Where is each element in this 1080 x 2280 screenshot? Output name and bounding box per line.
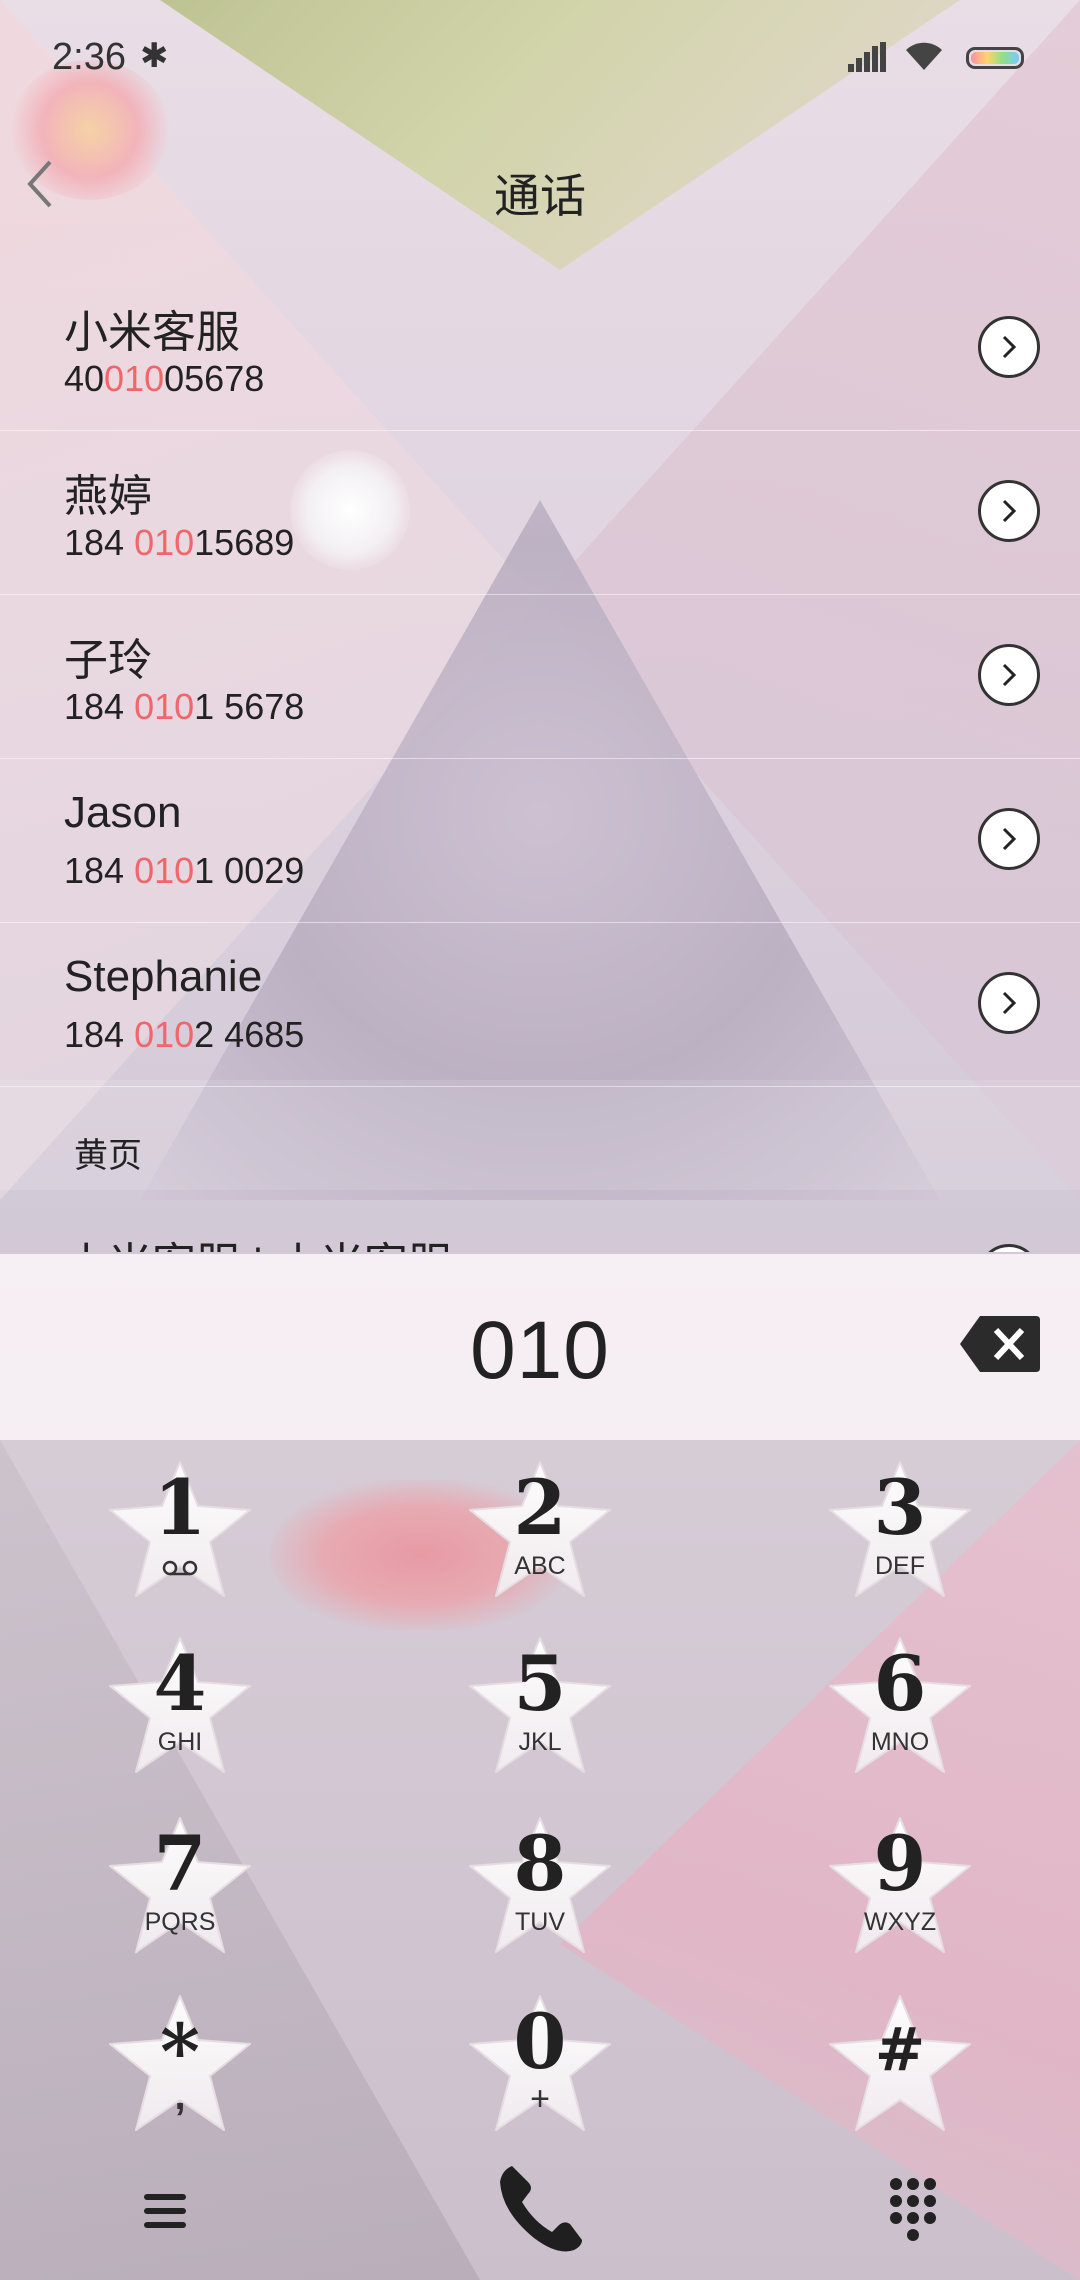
key-digit: 3 bbox=[873, 1463, 927, 1552]
dial-key-8[interactable]: 8 TUV bbox=[460, 1812, 620, 1962]
dial-key-1[interactable]: 1 bbox=[100, 1456, 260, 1606]
chevron-right-icon bbox=[1002, 827, 1017, 851]
key-letters: DEF bbox=[875, 1552, 925, 1580]
contact-detail-button[interactable] bbox=[978, 480, 1040, 542]
yellow-pages-row[interactable]: 小米客服 | 小米客服 bbox=[0, 1192, 1080, 1252]
contact-detail-button[interactable] bbox=[978, 316, 1040, 378]
contact-number: 184 01015689 bbox=[64, 522, 295, 563]
menu-button[interactable] bbox=[140, 2186, 190, 2236]
contact-number: 184 0101 5678 bbox=[64, 686, 305, 727]
key-letters: + bbox=[530, 2080, 550, 2118]
status-bar: 2:36 ✱ bbox=[0, 0, 1080, 118]
dialed-digits: 010 bbox=[470, 1305, 610, 1396]
key-letters: ABC bbox=[514, 1552, 566, 1580]
phone-icon bbox=[500, 2166, 582, 2252]
dial-number-field: 010 bbox=[0, 1254, 1080, 1440]
contact-name: Jason bbox=[64, 788, 182, 837]
contact-result-row[interactable]: 小米客服 4001005678 bbox=[0, 266, 1080, 431]
key-digit: 1 bbox=[153, 1463, 207, 1552]
dial-key-9[interactable]: 9 WXYZ bbox=[820, 1812, 980, 1962]
contact-result-row[interactable]: 子玲 184 0101 5678 bbox=[0, 594, 1080, 759]
battery-icon bbox=[966, 47, 1024, 69]
dial-key-star[interactable]: * , bbox=[100, 1990, 260, 2140]
key-letters: TUV bbox=[515, 1908, 565, 1936]
title-bar: 通话 bbox=[0, 118, 1080, 266]
contact-result-row[interactable]: 燕婷 184 01015689 bbox=[0, 430, 1080, 595]
dial-key-6[interactable]: 6 MNO bbox=[820, 1632, 980, 1782]
key-letters: , bbox=[174, 2074, 186, 2118]
dial-key-4[interactable]: 4 GHI bbox=[100, 1632, 260, 1782]
chevron-right-icon bbox=[1002, 663, 1017, 687]
contact-detail-button[interactable] bbox=[978, 644, 1040, 706]
status-time: 2:36 bbox=[52, 36, 126, 78]
contact-number: 4001005678 bbox=[64, 358, 265, 399]
dial-key-2[interactable]: 2 ABC bbox=[460, 1456, 620, 1606]
contact-detail-button[interactable] bbox=[978, 972, 1040, 1034]
call-button[interactable] bbox=[490, 2160, 590, 2260]
chevron-right-icon bbox=[1002, 991, 1017, 1015]
key-digit: 9 bbox=[873, 1819, 927, 1908]
key-letters: MNO bbox=[870, 1728, 930, 1756]
contact-detail-button[interactable] bbox=[978, 808, 1040, 870]
key-digit: 5 bbox=[513, 1639, 567, 1728]
dial-key-hash[interactable]: # bbox=[820, 1990, 980, 2140]
backspace-icon bbox=[960, 1316, 1040, 1372]
key-letters: PQRS bbox=[144, 1908, 216, 1936]
contact-name: Stephanie bbox=[64, 952, 263, 1001]
key-digit: 6 bbox=[873, 1639, 927, 1728]
yellow-pages-section-header: 黄页 bbox=[0, 1080, 1080, 1190]
cellular-signal-icon bbox=[848, 42, 888, 72]
contact-name: 子玲 bbox=[64, 636, 152, 685]
key-letters: JKL bbox=[518, 1728, 562, 1756]
voicemail-icon bbox=[162, 1560, 198, 1576]
contact-result-row[interactable]: Stephanie 184 0102 4685 bbox=[0, 922, 1080, 1087]
key-letters: GHI bbox=[157, 1728, 203, 1756]
key-digit: 0 bbox=[513, 1997, 567, 2086]
dial-key-3[interactable]: 3 DEF bbox=[820, 1456, 980, 1606]
contact-result-row[interactable]: Jason 184 0101 0029 bbox=[0, 758, 1080, 923]
yellow-pages-item-name: 小米客服 | 小米客服 bbox=[64, 1228, 452, 1252]
dial-key-7[interactable]: 7 PQRS bbox=[100, 1812, 260, 1962]
contact-name: 小米客服 bbox=[64, 308, 240, 357]
page-title: 通话 bbox=[494, 170, 586, 222]
key-digit: 2 bbox=[513, 1463, 567, 1552]
section-label: 黄页 bbox=[74, 1137, 142, 1175]
delete-button[interactable] bbox=[958, 1312, 1042, 1376]
contact-name: 燕婷 bbox=[64, 472, 152, 521]
contact-number: 184 0102 4685 bbox=[64, 1014, 305, 1055]
bottom-action-bar bbox=[0, 2160, 1080, 2280]
bluetooth-icon: ✱ bbox=[140, 37, 169, 75]
dial-key-0[interactable]: 0 + bbox=[460, 1990, 620, 2140]
contact-number: 184 0101 0029 bbox=[64, 850, 305, 891]
key-digit: 4 bbox=[153, 1639, 207, 1728]
chevron-right-icon bbox=[1002, 499, 1017, 523]
dialpad: 1 2 ABC 3 DEF 4 GHI 5 JKL 6 MNO 7 PQRS 8… bbox=[0, 1440, 1080, 2160]
key-letters: WXYZ bbox=[863, 1908, 937, 1936]
key-digit: # bbox=[874, 2015, 926, 2085]
wifi-icon bbox=[902, 36, 946, 81]
dial-key-5[interactable]: 5 JKL bbox=[460, 1632, 620, 1782]
key-digit: 8 bbox=[513, 1819, 567, 1908]
contact-detail-button[interactable] bbox=[978, 1244, 1040, 1252]
dialpad-toggle-button[interactable] bbox=[888, 2178, 938, 2244]
key-digit: 7 bbox=[153, 1819, 207, 1908]
chevron-right-icon bbox=[1002, 335, 1017, 359]
